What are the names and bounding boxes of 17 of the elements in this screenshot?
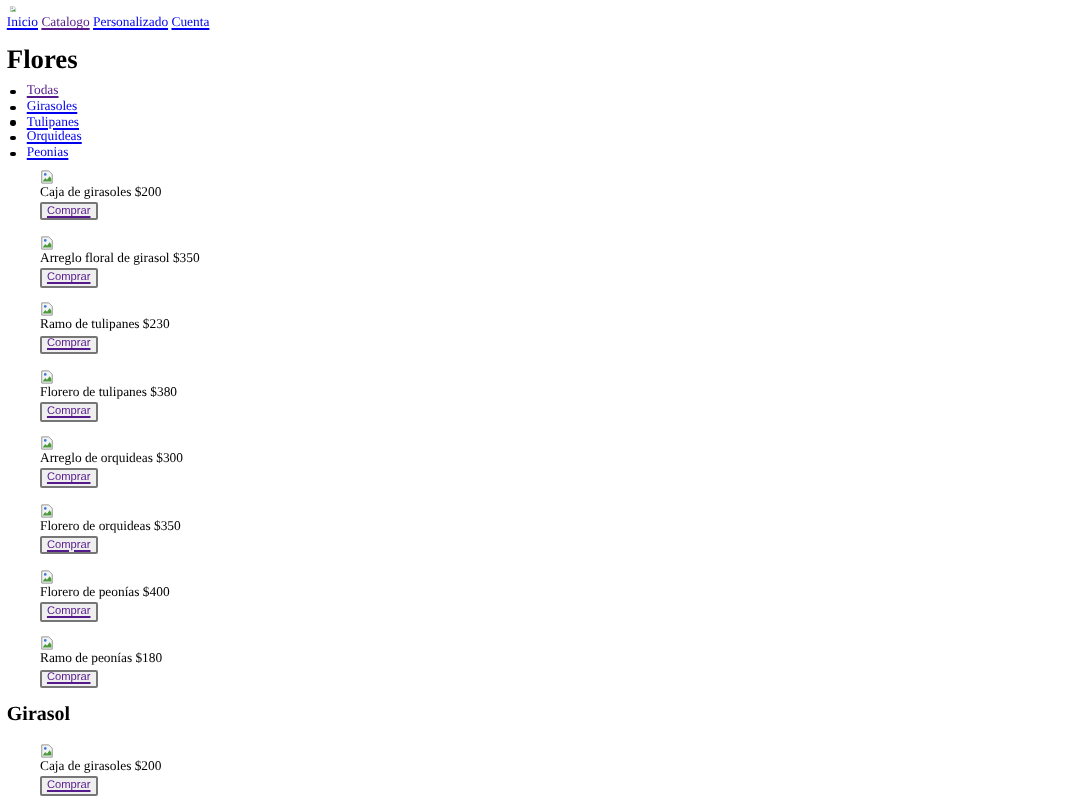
broken-image-icon: [39, 503, 54, 518]
broken-image-icon: [39, 169, 54, 184]
broken-image-icon: [39, 236, 54, 251]
bullet-icon: [10, 105, 16, 110]
section-heading: Girasol: [6, 704, 71, 727]
broken-image-icon: [39, 570, 54, 585]
bullet-icon: [10, 151, 16, 157]
broken-image-icon: [39, 636, 54, 651]
bullet-icon: [10, 89, 16, 95]
page-title: Flores: [6, 44, 78, 75]
broken-image-icon: [39, 436, 54, 451]
bullet-icon: [10, 120, 16, 126]
broken-image-icon: [39, 302, 54, 317]
bullet-icon: [10, 135, 16, 141]
broken-image-icon: [39, 744, 54, 759]
broken-image-icon: [6, 6, 21, 13]
broken-image-icon: [39, 369, 54, 384]
